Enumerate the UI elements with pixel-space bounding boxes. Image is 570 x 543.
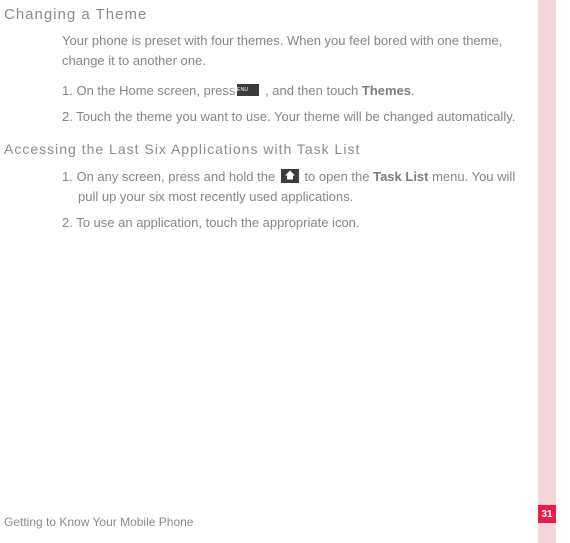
page-number: 31 — [541, 509, 552, 520]
step-text: 1. On any screen, press and hold the — [62, 169, 279, 184]
step-2-touch-theme: 2. Touch the theme you want to use. Your… — [62, 107, 518, 127]
step-text: , and then touch — [261, 83, 361, 98]
footer-text: Getting to Know Your Mobile Phone — [4, 515, 193, 529]
step-2-use-app: 2. To use an application, touch the appr… — [62, 213, 518, 233]
intro-paragraph: Your phone is preset with four themes. W… — [62, 31, 518, 71]
page-number-badge: 31 — [538, 505, 556, 523]
task-list-label: Task List — [373, 169, 428, 184]
step-text: to open the — [301, 169, 373, 184]
step-1-home-screen: 1. On the Home screen, press , and then … — [62, 81, 518, 101]
menu-icon — [237, 84, 259, 96]
heading-task-list: Accessing the Last Six Applications with… — [4, 141, 538, 157]
heading-changing-theme: Changing a Theme — [4, 6, 538, 23]
content-area: Changing a Theme Your phone is preset wi… — [0, 0, 538, 505]
home-icon — [281, 169, 299, 183]
side-stripe — [538, 0, 556, 543]
step-text: 1. On the Home screen, press — [62, 83, 235, 98]
step-1-press-hold: 1. On any screen, press and hold the to … — [62, 167, 518, 207]
step-text: . — [411, 83, 415, 98]
page: Changing a Theme Your phone is preset wi… — [0, 0, 570, 543]
themes-label: Themes — [362, 83, 411, 98]
